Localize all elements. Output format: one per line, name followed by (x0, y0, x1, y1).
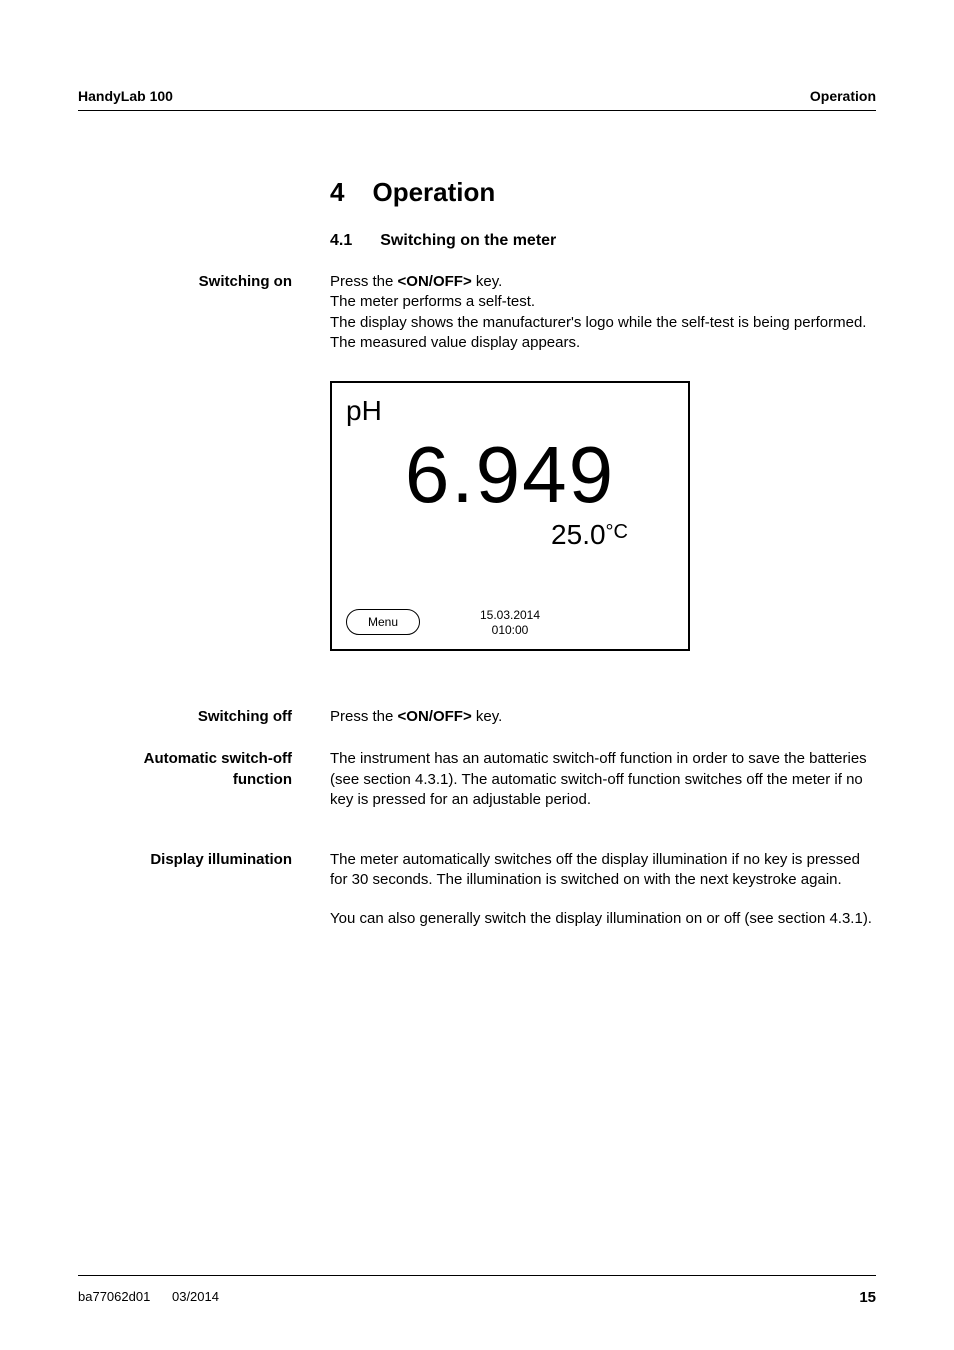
auto-switchoff-body: The instrument has an automatic switch-o… (330, 749, 876, 810)
lcd-ph-label: pH (346, 395, 382, 427)
body-line: The measured value display appears. (330, 333, 876, 353)
lcd-temperature: 25.0°C (551, 519, 628, 551)
display-illumination-block: Display illumination The meter automatic… (78, 850, 876, 929)
lcd-main-value: 6.949 (332, 429, 688, 521)
footer: ba77062d01 03/2014 15 (78, 1289, 876, 1306)
auto-switchoff-block: Automatic switch-off function The instru… (78, 749, 876, 810)
lcd-temp-value: 25.0 (551, 519, 606, 550)
header-left: HandyLab 100 (78, 88, 173, 104)
footer-date: 03/2014 (172, 1289, 219, 1304)
footer-page-number: 15 (859, 1289, 876, 1306)
switching-on-block: Switching on Press the <ON/OFF> key. The… (78, 272, 876, 353)
auto-switchoff-label: Automatic switch-off function (78, 749, 330, 810)
body-line: The instrument has an automatic switch-o… (330, 749, 876, 810)
lcd-time: 010:00 (332, 623, 688, 637)
running-header: HandyLab 100 Operation (78, 88, 876, 111)
chapter-title-text: Operation (372, 177, 495, 208)
switching-off-block: Switching off Press the <ON/OFF> key. (78, 707, 876, 727)
switching-off-label: Switching off (78, 707, 330, 727)
key-onoff: <ON/OFF> (398, 708, 472, 725)
switching-on-label: Switching on (78, 272, 330, 353)
body-line: The display shows the manufacturer's log… (330, 313, 876, 333)
switching-off-body: Press the <ON/OFF> key. (330, 707, 876, 727)
lcd-datetime: 15.03.2014 010:00 (332, 608, 688, 637)
key-onoff: <ON/OFF> (398, 273, 472, 290)
lcd-temp-unit: °C (606, 521, 628, 543)
lcd-figure: pH 6.949 25.0°C Menu 15.03.2014 010:00 (330, 381, 876, 651)
display-illumination-label: Display illumination (78, 850, 330, 929)
chapter-number: 4 (330, 177, 344, 208)
header-right: Operation (810, 88, 876, 104)
footer-doc-id: ba77062d01 (78, 1289, 150, 1304)
body-line: The meter automatically switches off the… (330, 850, 876, 891)
body-line: You can also generally switch the displa… (330, 909, 876, 929)
subsection-title: Switching on the meter (380, 232, 556, 250)
lcd-screen: pH 6.949 25.0°C Menu 15.03.2014 010:00 (330, 381, 690, 651)
switching-on-body: Press the <ON/OFF> key. The meter perfor… (330, 272, 876, 353)
footer-rule (78, 1275, 876, 1276)
lcd-date: 15.03.2014 (332, 608, 688, 622)
chapter-heading: 4 Operation (330, 177, 876, 208)
footer-left: ba77062d01 03/2014 (78, 1289, 219, 1306)
body-line: Press the <ON/OFF> key. (330, 707, 876, 727)
label-line: Automatic switch-off (144, 750, 292, 767)
display-illumination-body: The meter automatically switches off the… (330, 850, 876, 929)
subsection-heading: 4.1 Switching on the meter (330, 232, 876, 250)
subsection-number: 4.1 (330, 232, 352, 250)
label-line: function (233, 771, 292, 788)
body-line: Press the <ON/OFF> key. (330, 272, 876, 292)
body-line: The meter performs a self-test. (330, 292, 876, 312)
